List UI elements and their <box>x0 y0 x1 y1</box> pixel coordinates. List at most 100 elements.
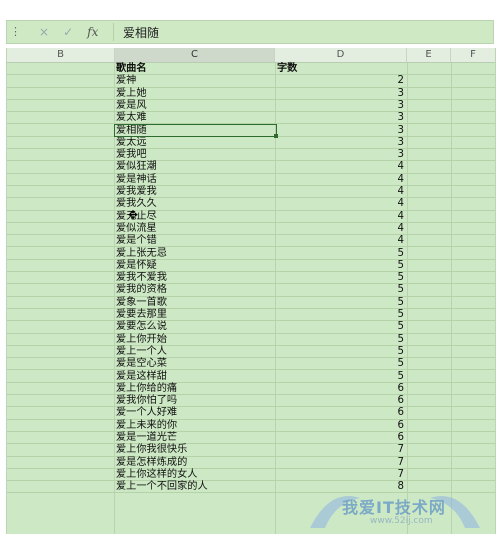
cancel-icon[interactable]: × <box>39 23 49 41</box>
char-count-cell[interactable]: 5 <box>275 260 407 271</box>
song-name-cell[interactable]: 爱上张无忌 <box>115 248 275 259</box>
char-count-cell[interactable]: 2 <box>275 75 407 86</box>
song-name-cell[interactable]: 爱无止尽 <box>115 211 275 222</box>
song-name-cell[interactable]: 爱似狂潮 <box>115 161 275 172</box>
char-count-cell[interactable]: 4 <box>275 174 407 185</box>
selected-cell-outline <box>114 123 277 137</box>
song-name-cell[interactable]: 爱似流星 <box>115 223 275 234</box>
song-name-cell[interactable]: 爱象一首歌 <box>115 297 275 308</box>
song-name-cell[interactable]: 爱上未来的你 <box>115 420 275 431</box>
char-count-cell[interactable]: 7 <box>275 444 407 455</box>
char-count-cell[interactable]: 5 <box>275 309 407 320</box>
char-count-cell[interactable]: 3 <box>275 112 407 123</box>
char-count-cell[interactable]: 6 <box>275 383 407 394</box>
song-name-cell[interactable]: 爱是空心菜 <box>115 358 275 369</box>
song-name-cell[interactable]: 爱是神话 <box>115 174 275 185</box>
char-count-cell[interactable]: 6 <box>275 407 407 418</box>
song-name-cell[interactable]: 爱是个错 <box>115 235 275 246</box>
song-name-cell[interactable]: 爱我不爱我 <box>115 272 275 283</box>
column-header-e[interactable]: E <box>407 48 451 62</box>
song-name-cell[interactable]: 爱我爱我 <box>115 186 275 197</box>
song-name-cell[interactable]: 爱是风 <box>115 100 275 111</box>
song-name-cell[interactable]: 爱我的资格 <box>115 284 275 295</box>
char-count-cell[interactable]: 4 <box>275 223 407 234</box>
song-name-cell[interactable]: 爱神 <box>115 75 275 86</box>
song-name-cell[interactable]: 爱太难 <box>115 112 275 123</box>
char-count-cell[interactable]: 5 <box>275 272 407 283</box>
spreadsheet-window: ⋮ × ✓ fx 爱相随 B C D E F 歌曲名 字数 爱神 2 爱上她 3 爱是风… <box>0 0 500 542</box>
char-count-cell[interactable]: 6 <box>275 420 407 431</box>
char-count-cell[interactable]: 4 <box>275 161 407 172</box>
char-count-cell[interactable]: 4 <box>275 198 407 209</box>
song-name-cell[interactable]: 爱上你这样的女人 <box>115 469 275 480</box>
formula-input[interactable]: 爱相随 <box>123 24 159 41</box>
table-row: 爱上一个人 5 <box>7 346 495 359</box>
table-row: 爱上未来的你 6 <box>7 420 495 432</box>
char-count-cell[interactable]: 5 <box>275 334 407 345</box>
song-name-cell[interactable]: 爱是怎样炼成的 <box>115 457 275 468</box>
char-count-cell[interactable]: 4 <box>275 211 407 222</box>
column-header-f[interactable]: F <box>451 48 495 62</box>
table-row: 爱我的资格 5 <box>7 284 495 297</box>
table-row: 爱似流星 4 <box>7 223 495 236</box>
char-count-cell[interactable]: 6 <box>275 395 407 406</box>
table-header-row: 歌曲名 字数 <box>7 63 495 76</box>
table-row: 爱我爱我 4 <box>7 186 495 199</box>
table-row: 爱上你开始 5 <box>7 334 495 346</box>
song-name-cell[interactable]: 爱上你开始 <box>115 334 275 345</box>
watermark-url: www.52ij.com <box>370 516 433 526</box>
column-header-c[interactable]: C <box>115 48 275 62</box>
song-name-cell[interactable]: 爱是这样甜 <box>115 371 275 382</box>
char-count-cell[interactable]: 4 <box>275 235 407 246</box>
char-count-cell[interactable]: 5 <box>275 297 407 308</box>
table-row: 爱是神话 4 <box>7 174 495 186</box>
worksheet-grid[interactable]: B C D E F 歌曲名 字数 爱神 2 爱上她 3 爱是风 3 爱太难 3 爱相随 3 爱太远 3… <box>6 48 496 534</box>
char-count-cell[interactable]: 5 <box>275 321 407 332</box>
insert-function-icon[interactable]: fx <box>87 25 98 39</box>
char-count-cell[interactable]: 3 <box>275 100 407 111</box>
char-count-cell[interactable]: 5 <box>275 284 407 295</box>
char-count-cell[interactable]: 5 <box>275 248 407 259</box>
song-name-cell[interactable]: 爱要怎么说 <box>115 321 275 332</box>
fill-handle[interactable] <box>274 133 278 138</box>
confirm-icon[interactable]: ✓ <box>63 23 73 41</box>
table-row: 爱要去那里 5 <box>7 309 495 322</box>
table-row: 爱象一首歌 5 <box>7 297 495 309</box>
song-name-cell[interactable]: 爱是一道光芒 <box>115 432 275 443</box>
header-cell-song[interactable]: 歌曲名 <box>115 63 275 74</box>
drag-handle-icon[interactable]: ⋮ <box>10 25 21 38</box>
char-count-cell[interactable]: 3 <box>275 125 407 136</box>
formula-bar: ⋮ × ✓ fx 爱相随 <box>6 20 494 44</box>
column-header-b[interactable]: B <box>7 48 115 62</box>
song-name-cell[interactable]: 爱太远 <box>115 137 275 148</box>
song-name-cell[interactable]: 爱我久久 <box>115 198 275 209</box>
song-name-cell[interactable]: 爱上一个不回家的人 <box>115 481 275 492</box>
formula-bar-divider <box>113 23 114 41</box>
table-row: 爱是空心菜 5 <box>7 358 495 371</box>
song-name-cell[interactable]: 爱上她 <box>115 88 275 99</box>
char-count-cell[interactable]: 6 <box>275 432 407 443</box>
table-row: 爱一个人好难 6 <box>7 407 495 420</box>
table-row: 爱上你我很快乐 7 <box>7 444 495 457</box>
table-row: 爱是风 3 <box>7 100 495 113</box>
char-count-cell[interactable]: 5 <box>275 371 407 382</box>
song-name-cell[interactable]: 爱上你我很快乐 <box>115 444 275 455</box>
char-count-cell[interactable]: 3 <box>275 137 407 148</box>
song-name-cell[interactable]: 爱我你怕了吗 <box>115 395 275 406</box>
song-name-cell[interactable]: 爱要去那里 <box>115 309 275 320</box>
char-count-cell[interactable]: 7 <box>275 457 407 468</box>
song-name-cell[interactable]: 爱上一个人 <box>115 346 275 357</box>
header-cell-count[interactable]: 字数 <box>275 63 407 74</box>
char-count-cell[interactable]: 3 <box>275 88 407 99</box>
char-count-cell[interactable]: 5 <box>275 358 407 369</box>
char-count-cell[interactable]: 5 <box>275 346 407 357</box>
column-header-d[interactable]: D <box>275 48 407 62</box>
song-name-cell[interactable]: 爱是怀疑 <box>115 260 275 271</box>
table-row: 爱神 2 <box>7 75 495 88</box>
table-row: 爱上她 3 <box>7 88 495 100</box>
song-name-cell[interactable]: 爱一个人好难 <box>115 407 275 418</box>
song-name-cell[interactable]: 爱上你给的痛 <box>115 383 275 394</box>
song-name-cell[interactable]: 爱我吧 <box>115 149 275 160</box>
char-count-cell[interactable]: 4 <box>275 186 407 197</box>
char-count-cell[interactable]: 3 <box>275 149 407 160</box>
